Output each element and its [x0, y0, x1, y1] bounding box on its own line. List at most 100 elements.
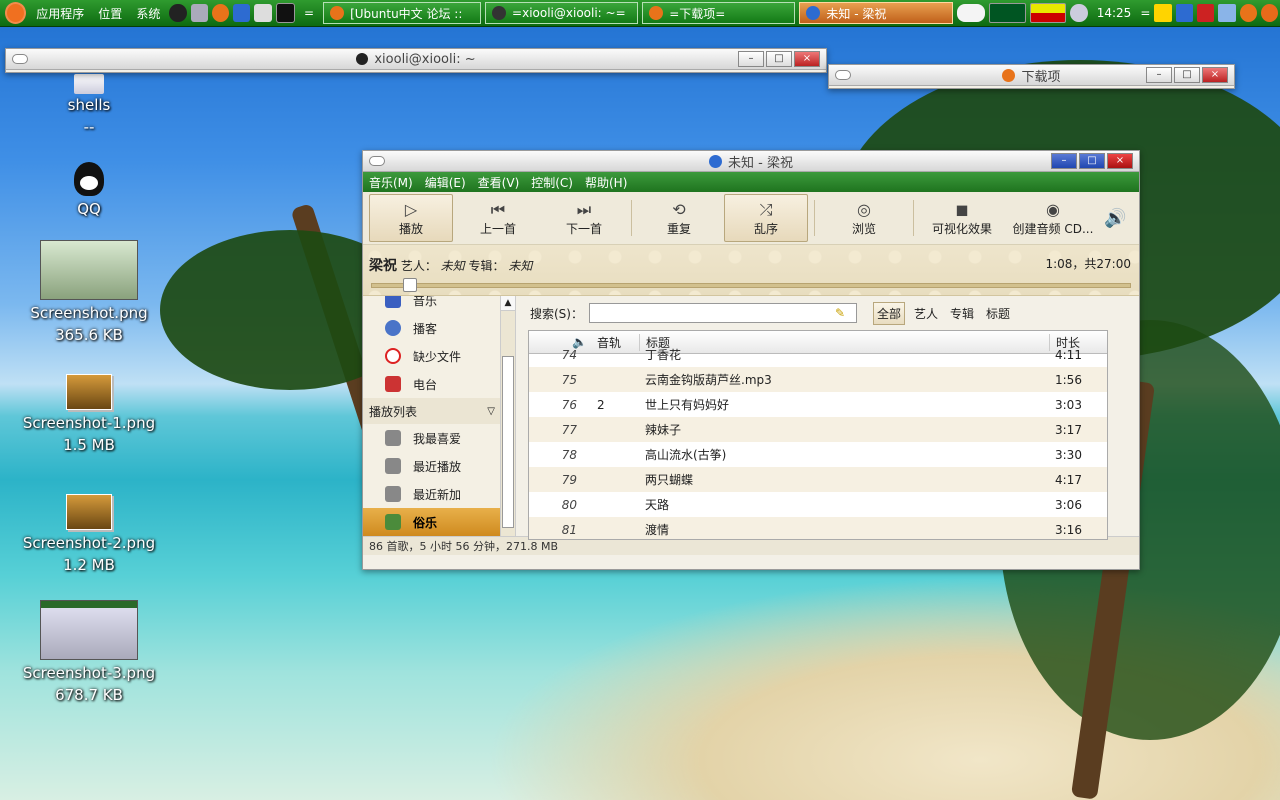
- tux-icon: [356, 53, 369, 65]
- sidebar-item-radio[interactable]: 电台: [363, 370, 515, 398]
- desktop-icon-screenshot[interactable]: Screenshot.png 365.6 KB: [19, 240, 159, 346]
- folder-icon: [74, 74, 104, 94]
- maximize-button[interactable]: □: [1079, 153, 1105, 169]
- table-row[interactable]: 80 天路 3:06: [529, 492, 1107, 517]
- sidebar-item-folk[interactable]: 俗乐: [363, 508, 515, 536]
- seek-bar[interactable]: [371, 278, 1131, 292]
- menu-system[interactable]: 系统: [129, 5, 167, 22]
- system-monitor-icon[interactable]: [989, 3, 1026, 23]
- shuffle-button[interactable]: ⤮ 乱序: [724, 194, 808, 242]
- sidebar-item-missing-files[interactable]: 缺少文件: [363, 342, 515, 370]
- filter-title-button[interactable]: 标题: [983, 303, 1013, 324]
- menu-help[interactable]: 帮助(H): [579, 174, 633, 191]
- minimize-button[interactable]: –: [738, 51, 764, 67]
- search-input[interactable]: [588, 303, 857, 323]
- player-title: 未知 - 梁祝: [728, 155, 793, 171]
- clock[interactable]: 14:25: [1090, 6, 1139, 20]
- volume-icon[interactable]: 🔊: [1104, 208, 1126, 229]
- visualization-button[interactable]: ◼ 可视化效果: [920, 195, 1004, 241]
- window-menu-button[interactable]: [12, 54, 28, 64]
- column-track[interactable]: 音轨: [591, 334, 639, 351]
- settings-launcher-icon[interactable]: [254, 4, 272, 22]
- previous-label: 上一首: [479, 221, 516, 236]
- maximize-button[interactable]: □: [1174, 67, 1200, 83]
- seek-handle[interactable]: [403, 278, 417, 292]
- sidebar-item-recently-added[interactable]: 最近新加: [363, 480, 515, 508]
- table-row[interactable]: 76 2 世上只有妈妈好 3:03: [529, 392, 1107, 417]
- scroll-up-icon[interactable]: ▲: [501, 296, 515, 311]
- table-row[interactable]: 78 高山流水(古筝) 3:30: [529, 442, 1107, 467]
- desktop-icon-shells[interactable]: shells --: [19, 74, 159, 138]
- sidebar-item-favorites[interactable]: 我最喜爱: [363, 424, 515, 452]
- menu-places[interactable]: 位置: [91, 5, 129, 22]
- taskbar-forum[interactable]: [Ubuntu中文 论坛 ::: [323, 2, 482, 24]
- power-icon[interactable]: [1260, 4, 1279, 22]
- input-method-icon[interactable]: [1196, 4, 1215, 22]
- music-player-window[interactable]: 未知 - 梁祝 – □ × 音乐(M) 编辑(E) 查看(V) 控制(C) 帮助…: [362, 150, 1140, 570]
- source-sidebar: 音乐 播客 缺少文件 电台 播放列表 ▽ 我最喜爱 最近播放 最近新加 俗乐 ▲: [363, 296, 516, 536]
- previous-button[interactable]: ⏮ 上一首: [457, 195, 539, 241]
- table-row[interactable]: 75 云南金钩版葫芦丝.mp3 1:56: [529, 367, 1107, 392]
- close-button[interactable]: ×: [1107, 153, 1133, 169]
- desktop-icon-screenshot-1[interactable]: Screenshot-1.png 1.5 MB: [19, 374, 159, 456]
- collapse-arrow-icon[interactable]: ▽: [487, 406, 495, 417]
- taskbar-downloads[interactable]: =下载项=: [642, 2, 796, 24]
- player-titlebar[interactable]: 未知 - 梁祝 – □ ×: [363, 151, 1139, 172]
- play-button[interactable]: ▷ 播放: [369, 194, 453, 242]
- music-launcher-icon[interactable]: [233, 4, 251, 22]
- downloads-window[interactable]: 下载项 – □ ×: [828, 64, 1235, 89]
- scroll-thumb[interactable]: [502, 356, 514, 528]
- taskbar-player[interactable]: 未知 - 梁祝: [799, 2, 953, 24]
- playlist-header[interactable]: 播放列表 ▽: [363, 398, 515, 424]
- menu-control[interactable]: 控制(C): [525, 174, 579, 191]
- filter-album-button[interactable]: 专辑: [947, 303, 977, 324]
- close-button[interactable]: ×: [794, 51, 820, 67]
- sidebar-scrollbar[interactable]: ▲: [500, 296, 515, 536]
- tux-launcher-icon[interactable]: [169, 4, 187, 22]
- tools-launcher-icon[interactable]: [190, 4, 208, 22]
- sidebar-item-recently-played[interactable]: 最近播放: [363, 452, 515, 480]
- terminal-launcher-icon[interactable]: [275, 3, 296, 23]
- network-icon[interactable]: [1218, 4, 1236, 22]
- filter-artist-button[interactable]: 艺人: [911, 303, 941, 324]
- menu-applications[interactable]: 应用程序: [29, 5, 91, 22]
- window-menu-button[interactable]: [835, 70, 851, 80]
- repeat-button[interactable]: ⟲ 重复: [638, 195, 720, 241]
- filter-all-button[interactable]: 全部: [872, 301, 905, 325]
- minimize-button[interactable]: –: [1051, 153, 1077, 169]
- desktop-icon-size: 678.7 KB: [55, 686, 123, 704]
- desktop-icon-qq[interactable]: QQ: [19, 162, 159, 220]
- volume-icon[interactable]: [1070, 4, 1088, 22]
- taskbar-terminal[interactable]: =xiooli@xiooli: ~=: [485, 2, 639, 24]
- browse-button[interactable]: ◎ 浏览: [821, 195, 907, 241]
- terminal-window[interactable]: xiooli@xiooli: ~ – □ ×: [5, 48, 827, 73]
- maximize-button[interactable]: □: [766, 51, 792, 67]
- table-row[interactable]: 79 两只蝴蝶 4:17: [529, 467, 1107, 492]
- firefox-tray-icon[interactable]: [1239, 4, 1257, 22]
- cpu-monitor-icon[interactable]: [1029, 3, 1067, 23]
- terminal-titlebar[interactable]: xiooli@xiooli: ~ – □ ×: [6, 49, 826, 70]
- desktop-icon-screenshot-2[interactable]: Screenshot-2.png 1.2 MB: [19, 494, 159, 576]
- menu-view[interactable]: 查看(V): [472, 174, 526, 191]
- ubuntu-logo-icon[interactable]: [5, 2, 27, 24]
- firefox-launcher-icon[interactable]: [211, 4, 230, 22]
- track-number: 74: [561, 347, 577, 362]
- menu-music[interactable]: 音乐(M): [363, 174, 419, 191]
- track-duration: 4:17: [1055, 472, 1082, 487]
- minimize-button[interactable]: –: [1146, 67, 1172, 83]
- table-row[interactable]: 81 渡情 3:16: [529, 517, 1107, 539]
- clear-search-icon[interactable]: ✎: [835, 306, 849, 320]
- close-button[interactable]: ×: [1202, 67, 1228, 83]
- track-title: 世上只有妈妈好: [645, 398, 730, 412]
- desktop-icon-screenshot-3[interactable]: Screenshot-3.png 678.7 KB: [19, 600, 159, 706]
- sidebar-item-music[interactable]: 音乐: [363, 296, 515, 314]
- sidebar-item-podcast[interactable]: 播客: [363, 314, 515, 342]
- downloads-titlebar[interactable]: 下载项 – □ ×: [829, 65, 1234, 86]
- window-menu-button[interactable]: [369, 156, 385, 166]
- next-button[interactable]: ⏭ 下一首: [543, 195, 625, 241]
- table-row[interactable]: 77 辣妹子 3:17: [529, 417, 1107, 442]
- menu-edit[interactable]: 编辑(E): [419, 174, 472, 191]
- create-cd-button[interactable]: ◉ 创建音频 CD...: [1008, 195, 1098, 241]
- user-icon[interactable]: [1154, 4, 1172, 22]
- music-tray-icon[interactable]: [1175, 4, 1193, 22]
